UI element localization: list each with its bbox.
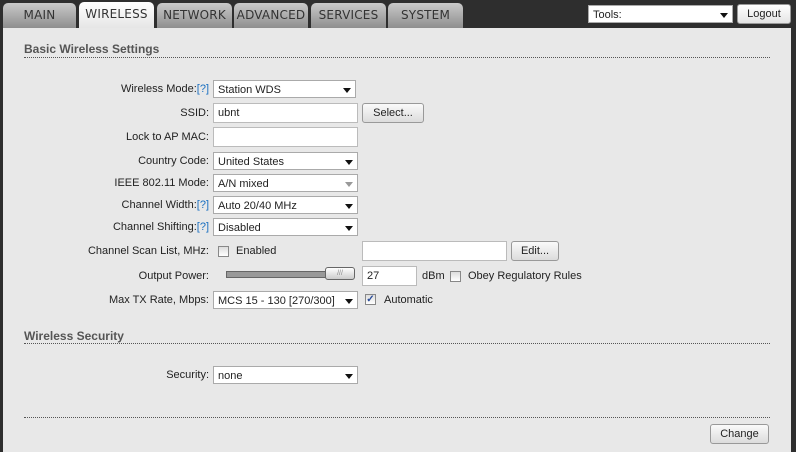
section-title-security: Wireless Security [24, 329, 124, 343]
dbm-unit: dBm [422, 270, 445, 282]
automatic-checkbox[interactable]: ✓ [365, 294, 376, 305]
select-ssid-button[interactable]: Select... [362, 103, 424, 123]
security-select[interactable]: none [213, 366, 358, 384]
scan-list-input[interactable] [362, 241, 507, 261]
channel-shifting-label: Channel Shifting:[?] [112, 221, 209, 233]
country-select[interactable]: United States [213, 152, 358, 170]
tab-system[interactable]: SYSTEM [388, 3, 463, 28]
obey-rules-checkbox[interactable] [450, 271, 461, 282]
ieee-mode-label: IEEE 802.11 Mode: [114, 177, 209, 189]
channel-width-select[interactable]: Auto 20/40 MHz [213, 196, 358, 214]
max-tx-label: Max TX Rate, Mbps: [108, 294, 209, 306]
output-power-input[interactable]: 27 [362, 266, 417, 286]
wireless-mode-select[interactable]: Station WDS [213, 80, 356, 98]
divider [24, 57, 770, 58]
scan-enabled-checkbox[interactable] [218, 246, 229, 257]
section-title-basic: Basic Wireless Settings [24, 42, 160, 56]
help-link[interactable]: [?] [197, 83, 209, 95]
country-label: Country Code: [138, 155, 209, 167]
ssid-input[interactable]: ubnt [213, 103, 358, 123]
max-tx-select[interactable]: MCS 15 - 130 [270/300] [213, 291, 358, 309]
tools-select[interactable]: Tools: [588, 5, 733, 23]
output-power-track [226, 271, 332, 278]
tab-network[interactable]: NETWORK [157, 3, 232, 28]
output-power-label: Output Power: [138, 270, 209, 282]
tab-advanced[interactable]: ADVANCED [234, 3, 308, 28]
ssid-label: SSID: [180, 107, 209, 119]
lock-mac-input[interactable] [213, 127, 358, 147]
edit-scan-button[interactable]: Edit... [511, 241, 559, 261]
channel-width-label: Channel Width:[?] [121, 199, 209, 211]
tab-main[interactable]: MAIN [3, 3, 76, 28]
security-label: Security: [166, 369, 209, 381]
logout-button[interactable]: Logout [737, 4, 791, 24]
lock-mac-label: Lock to AP MAC: [126, 131, 209, 143]
channel-shifting-select[interactable]: Disabled [213, 218, 358, 236]
automatic-label: Automatic [384, 294, 433, 306]
divider [24, 417, 770, 418]
tab-wireless[interactable]: WIRELESS [79, 2, 154, 28]
obey-rules-label: Obey Regulatory Rules [468, 270, 582, 282]
wireless-mode-label: Wireless Mode:[?] [120, 83, 209, 95]
ieee-mode-select: A/N mixed [213, 174, 358, 192]
scan-list-label: Channel Scan List, MHz: [87, 245, 209, 257]
help-link[interactable]: [?] [197, 199, 209, 211]
divider [24, 343, 770, 344]
help-link[interactable]: [?] [197, 221, 209, 233]
output-power-slider-handle[interactable]: /// [325, 267, 355, 280]
change-button[interactable]: Change [710, 424, 769, 444]
tab-services[interactable]: SERVICES [311, 3, 386, 28]
scan-enabled-label: Enabled [236, 245, 277, 257]
